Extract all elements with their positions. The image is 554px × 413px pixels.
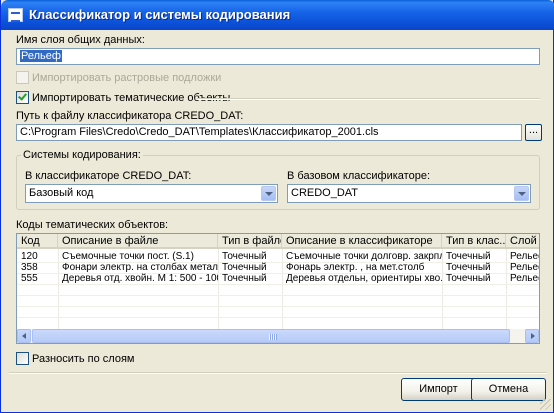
layer-name-input[interactable]: Рельеф [16, 48, 540, 65]
scrollbar-thumb[interactable] [32, 329, 510, 343]
split-layers-label: Разносить по слоям [32, 353, 135, 365]
table-row[interactable]: 555 Деревья отд. хвойн. М 1: 500 - 1000 … [17, 273, 539, 284]
layer-name-label: Имя слоя общих данных: [16, 34, 145, 46]
grip-icon [269, 334, 277, 340]
browse-button[interactable]: ... [525, 124, 542, 141]
column-header-classifier-description[interactable]: Описание в классификаторе [282, 234, 442, 249]
credo-classifier-select[interactable]: Базовый код [25, 184, 278, 203]
bottom-separator [9, 372, 547, 374]
cell-layer: Рельеф [510, 273, 539, 284]
cell-classifier-type: Точечный [446, 251, 491, 262]
cancel-button[interactable]: Отмена [471, 378, 546, 401]
window-title: Классификатор и системы кодирования [29, 7, 291, 22]
cell-classifier-type: Точечный [446, 273, 491, 284]
codes-table[interactable]: Код Описание в файле Тип в файле Описани… [16, 233, 540, 344]
column-header-code[interactable]: Код [17, 234, 58, 249]
layer-name-value: Рельеф [20, 50, 62, 62]
cell-file-description: Фонари электр. на столбах метал... [62, 262, 218, 273]
chevron-down-icon[interactable] [261, 186, 276, 201]
resize-grip-icon[interactable] [540, 399, 551, 410]
horizontal-scrollbar[interactable] [17, 329, 539, 343]
cell-code: 358 [21, 262, 38, 273]
column-header-classifier-type[interactable]: Тип в клас... [442, 234, 506, 249]
coding-systems-legend: Системы кодирования: [21, 149, 143, 161]
column-header-file-type[interactable]: Тип в файле [218, 234, 282, 249]
credo-classifier-value: Базовый код [29, 187, 94, 199]
cell-code: 555 [21, 273, 38, 284]
cell-classifier-type: Точечный [446, 262, 491, 273]
import-thematic-checkbox[interactable] [16, 91, 29, 104]
classifier-path-input[interactable]: C:\Program Files\Credo\Credo_DAT\Templat… [16, 124, 522, 141]
scroll-left-icon[interactable] [17, 329, 31, 343]
cell-layer: Рельеф [510, 262, 539, 273]
column-header-layer[interactable]: Слой [506, 234, 539, 249]
chevron-down-icon[interactable] [514, 186, 529, 201]
classifier-path-label: Путь к файлу классификатора CREDO_DAT: [16, 110, 244, 122]
separator [197, 98, 540, 100]
checkmark-icon [18, 91, 27, 101]
cell-file-description: Деревья отд. хвойн. М 1: 500 - 1000 [62, 273, 218, 284]
cell-file-type: Точечный [222, 273, 267, 284]
cell-file-type: Точечный [222, 251, 267, 262]
cell-classifier-description: Съемочные точки долговр. закрпл. [286, 251, 442, 262]
cell-code: 120 [21, 251, 38, 262]
base-classifier-value: CREDO_DAT [291, 187, 359, 199]
codes-label: Коды тематических объектов: [16, 219, 169, 231]
dialog-window: Классификатор и системы кодирования Имя … [0, 0, 554, 413]
table-row[interactable]: 120 Съемочные точки пост. (S.1) Точечный… [17, 251, 539, 262]
table-row[interactable]: 358 Фонари электр. на столбах метал... Т… [17, 262, 539, 273]
split-layers-checkbox[interactable] [16, 352, 29, 365]
import-raster-label: Импортировать растровые подложки [32, 72, 222, 84]
import-button[interactable]: Импорт [401, 378, 476, 401]
classifier-path-value: C:\Program Files\Credo\Credo_DAT\Templat… [20, 126, 379, 138]
base-classifier-select[interactable]: CREDO_DAT [287, 184, 531, 203]
cell-classifier-description: Деревья отдельн, ориентиры хво... [286, 273, 442, 284]
base-classifier-label: В базовом классификаторе: [287, 170, 430, 182]
table-header: Код Описание в файле Тип в файле Описани… [17, 234, 539, 249]
column-header-file-description[interactable]: Описание в файле [58, 234, 218, 249]
cell-file-type: Точечный [222, 262, 267, 273]
window-icon [8, 8, 23, 22]
scroll-right-icon[interactable] [525, 329, 539, 343]
cell-classifier-description: Фонарь электр. , на мет.столб [286, 262, 425, 273]
credo-classifier-label: В классификаторе CREDO_DAT: [25, 170, 192, 182]
title-bar[interactable]: Классификатор и системы кодирования [1, 0, 554, 30]
import-raster-checkbox[interactable] [16, 71, 29, 84]
cell-file-description: Съемочные точки пост. (S.1) [62, 251, 194, 262]
cell-layer: Рельеф [510, 251, 539, 262]
